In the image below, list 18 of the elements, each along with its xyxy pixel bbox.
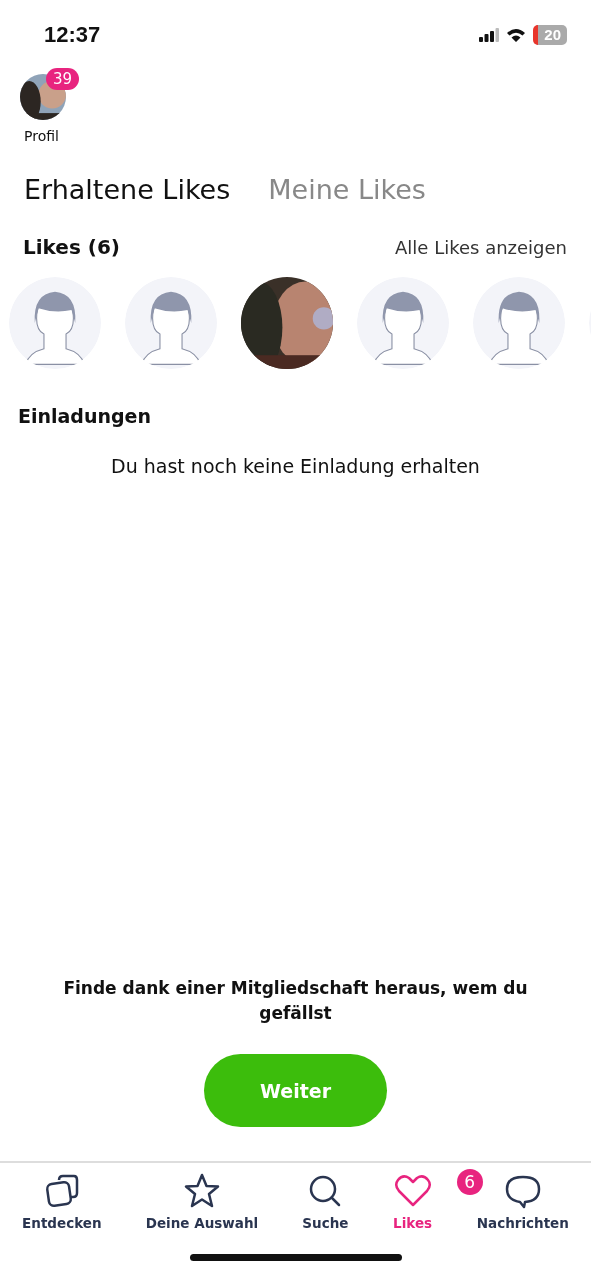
promo-text: Finde dank einer Mitgliedschaft heraus, wem du gefällst — [62, 977, 529, 1025]
signal-icon — [479, 28, 500, 42]
empty-message: Du hast noch keine Einladung erhalten — [110, 454, 481, 477]
nav-tab[interactable]: Deine Auswahl — [145, 1171, 259, 1254]
clock: 12:37 — [44, 22, 101, 48]
home-indicator[interactable] — [189, 1254, 402, 1261]
nav-tab[interactable]: Entdecken — [22, 1171, 102, 1254]
show-all-link[interactable]: Alle Likes anzeigen — [395, 236, 567, 258]
profile-label[interactable]: Profil — [24, 128, 59, 144]
wifi-icon — [506, 28, 527, 42]
count-badge: 6 — [456, 1169, 483, 1195]
battery-indicator: 20 — [533, 25, 567, 45]
section-title: Einladungen — [17, 404, 153, 427]
section-title: Likes (6) — [23, 235, 120, 259]
tab[interactable]: Meine Likes — [268, 174, 426, 205]
nav-tab[interactable]: Suche — [302, 1171, 349, 1254]
tab[interactable]: Erhaltene Likes — [24, 174, 231, 205]
notification-badge: 39 — [46, 68, 80, 90]
